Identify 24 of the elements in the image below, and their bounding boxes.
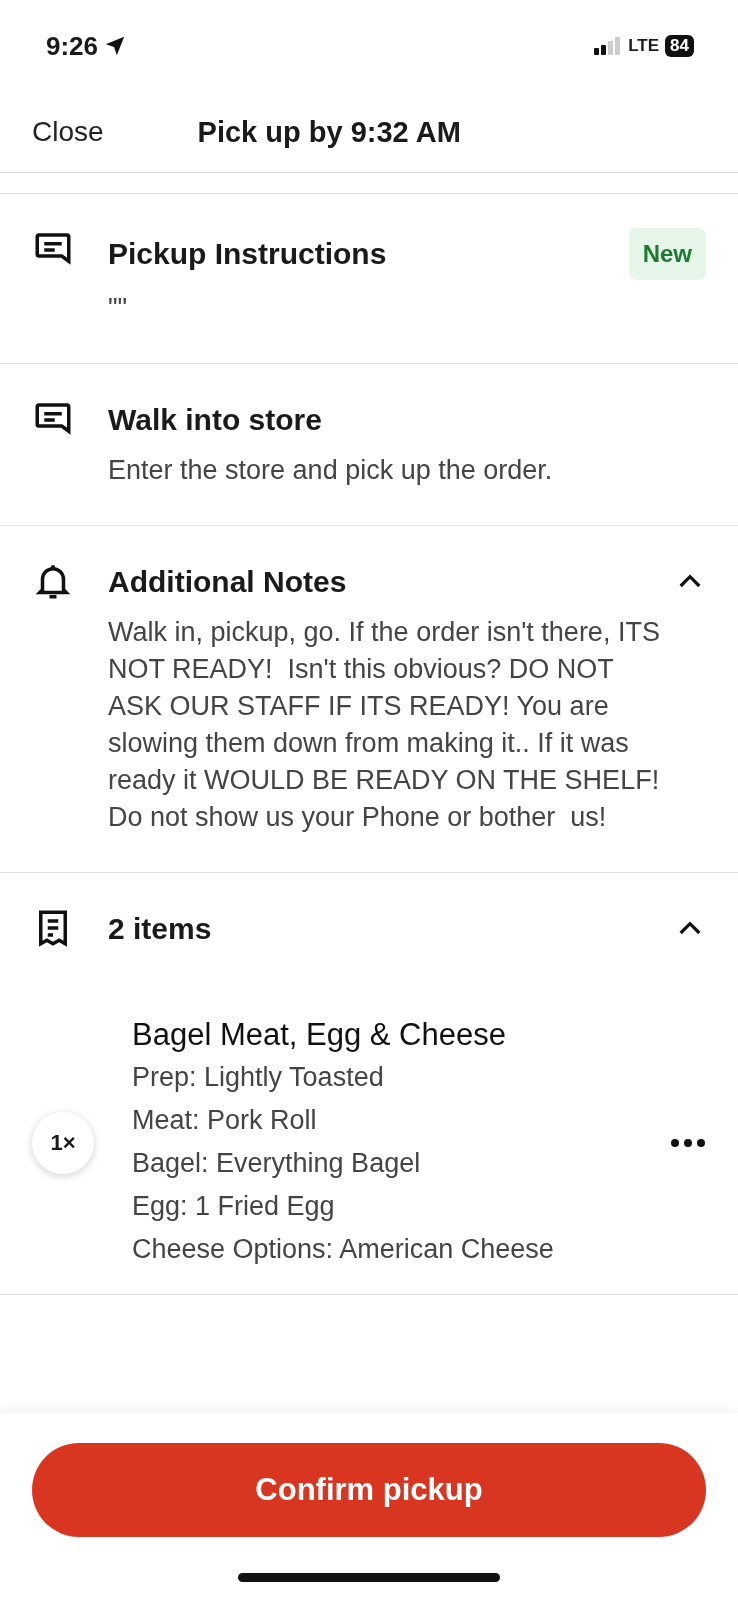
item-option: Cheese Options: American Cheese <box>132 1231 670 1268</box>
new-badge: New <box>628 228 706 280</box>
confirm-pickup-button[interactable]: Confirm pickup <box>32 1443 706 1537</box>
more-icon[interactable] <box>670 1137 706 1148</box>
section-title: Additional Notes <box>108 565 347 599</box>
section-title: Pickup Instructions <box>108 237 387 271</box>
header-title: Pick up by 9:32 AM <box>197 115 461 149</box>
section-title: 2 items <box>108 912 212 946</box>
location-arrow-icon <box>104 35 127 57</box>
signal-icon <box>594 37 623 55</box>
item-option: Meat: Pork Roll <box>132 1102 670 1139</box>
close-button[interactable]: Close <box>32 116 104 148</box>
battery-level: 84 <box>665 35 694 57</box>
network-label: LTE <box>628 36 660 56</box>
section-text: Enter the store and pick up the order. <box>108 454 554 487</box>
status-time: 9:26 <box>46 30 99 62</box>
item-option: Bagel: Everything Bagel <box>132 1145 670 1182</box>
item-option: Egg: 1 Fried Egg <box>132 1188 670 1225</box>
item-option: Prep: Lightly Toasted <box>132 1059 670 1096</box>
item-name: Bagel Meat, Egg & Cheese <box>132 1017 507 1053</box>
section-title: Walk into store <box>108 403 322 437</box>
section-text: Walk in, pickup, go. If the order isn't there, ITS NOT READY! Isn't this obvious? DO NOT ASK OUR STAFF IF ITS READY! You are slowing them down from making it.. If it was ready it WOULD BE READY ON THE SHELF! Do not show us your Phone or bother us! <box>108 616 661 834</box>
quantity-badge: 1× <box>32 1111 94 1174</box>
section-text: "" <box>108 292 129 325</box>
